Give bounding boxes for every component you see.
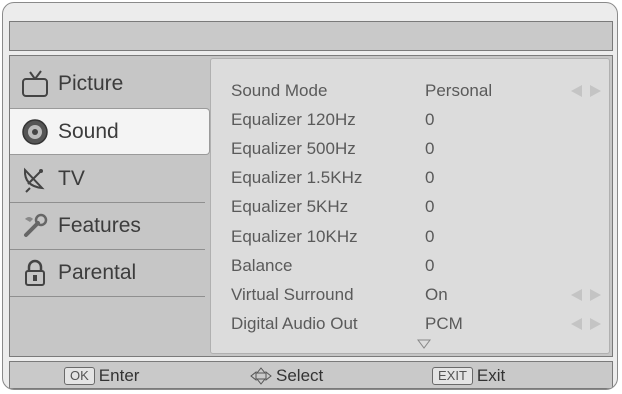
- setting-value: 0: [425, 197, 435, 216]
- divider: [10, 296, 205, 297]
- left-right-arrows-icon[interactable]: [569, 317, 603, 331]
- setting-value: PCM: [425, 314, 463, 333]
- footer-hints: OK Enter Select EXIT Exit: [9, 361, 613, 389]
- sidebar-item-parental[interactable]: Parental: [10, 249, 205, 296]
- setting-value: 0: [425, 256, 435, 275]
- tv-icon: [20, 69, 50, 99]
- setting-label: Equalizer 500Hz: [231, 139, 356, 158]
- sidebar-item-picture[interactable]: Picture: [10, 60, 205, 107]
- setting-label: Equalizer 10KHz: [231, 227, 358, 246]
- setting-label: Virtual Surround: [231, 285, 354, 304]
- sidebar-item-label: Parental: [58, 260, 137, 284]
- sidebar: Picture Sound TV Features Parental: [10, 56, 210, 356]
- setting-row-eq-500hz[interactable]: Equalizer 500Hz 0: [211, 134, 609, 164]
- hint-label: Select: [276, 366, 324, 385]
- hint-enter: OK Enter: [64, 366, 139, 386]
- setting-row-digital-audio-out[interactable]: Digital Audio Out PCM: [211, 309, 609, 339]
- setting-row-eq-120hz[interactable]: Equalizer 120Hz 0: [211, 105, 609, 135]
- title-bar: [9, 21, 613, 51]
- sidebar-item-tv[interactable]: TV: [10, 155, 205, 202]
- hint-label: Exit: [476, 366, 506, 385]
- setting-label: Sound Mode: [231, 81, 328, 100]
- speaker-icon: [20, 117, 50, 147]
- setting-row-sound-mode[interactable]: Sound Mode Personal: [211, 76, 609, 106]
- sidebar-item-label: Picture: [58, 71, 124, 95]
- hint-exit: EXIT Exit: [432, 366, 505, 386]
- satellite-dish-icon: [20, 164, 50, 194]
- setting-row-eq-1-5khz[interactable]: Equalizer 1.5KHz 0: [211, 163, 609, 193]
- left-right-arrows-icon[interactable]: [569, 288, 603, 302]
- hint-select: Select: [250, 366, 323, 386]
- sound-settings-panel: Sound Mode Personal Equalizer 120Hz 0 Eq…: [210, 58, 610, 354]
- sidebar-item-features[interactable]: Features: [10, 202, 205, 249]
- tv-menu-window: Picture Sound TV Features Parental Sound…: [2, 2, 618, 390]
- setting-label: Equalizer 1.5KHz: [231, 168, 363, 187]
- left-right-arrows-icon[interactable]: [569, 84, 603, 98]
- setting-value: 0: [425, 168, 435, 187]
- setting-value: On: [425, 285, 448, 304]
- setting-label: Equalizer 120Hz: [231, 110, 356, 129]
- setting-row-balance[interactable]: Balance 0: [211, 251, 609, 281]
- menu-body: Picture Sound TV Features Parental Sound…: [9, 55, 613, 357]
- setting-label: Equalizer 5KHz: [231, 197, 349, 216]
- setting-row-eq-5khz[interactable]: Equalizer 5KHz 0: [211, 192, 609, 222]
- sidebar-item-label: TV: [58, 166, 85, 190]
- sidebar-item-label: Sound: [58, 119, 119, 143]
- lock-icon: [20, 258, 50, 288]
- setting-value: Personal: [425, 81, 493, 100]
- setting-value: 0: [425, 227, 435, 246]
- sidebar-item-label: Features: [58, 213, 141, 237]
- setting-value: 0: [425, 139, 435, 158]
- setting-label: Digital Audio Out: [231, 314, 358, 333]
- tools-icon: [20, 211, 50, 241]
- hint-label: Enter: [98, 366, 140, 385]
- navigate-arrows-icon: [250, 367, 272, 385]
- scroll-down-icon[interactable]: [417, 339, 431, 349]
- exit-key: EXIT: [432, 367, 473, 385]
- sidebar-item-sound[interactable]: Sound: [10, 108, 210, 155]
- setting-row-eq-10khz[interactable]: Equalizer 10KHz 0: [211, 222, 609, 252]
- setting-row-virtual-surround[interactable]: Virtual Surround On: [211, 280, 609, 310]
- ok-key: OK: [64, 367, 95, 385]
- setting-label: Balance: [231, 256, 293, 275]
- setting-value: 0: [425, 110, 435, 129]
